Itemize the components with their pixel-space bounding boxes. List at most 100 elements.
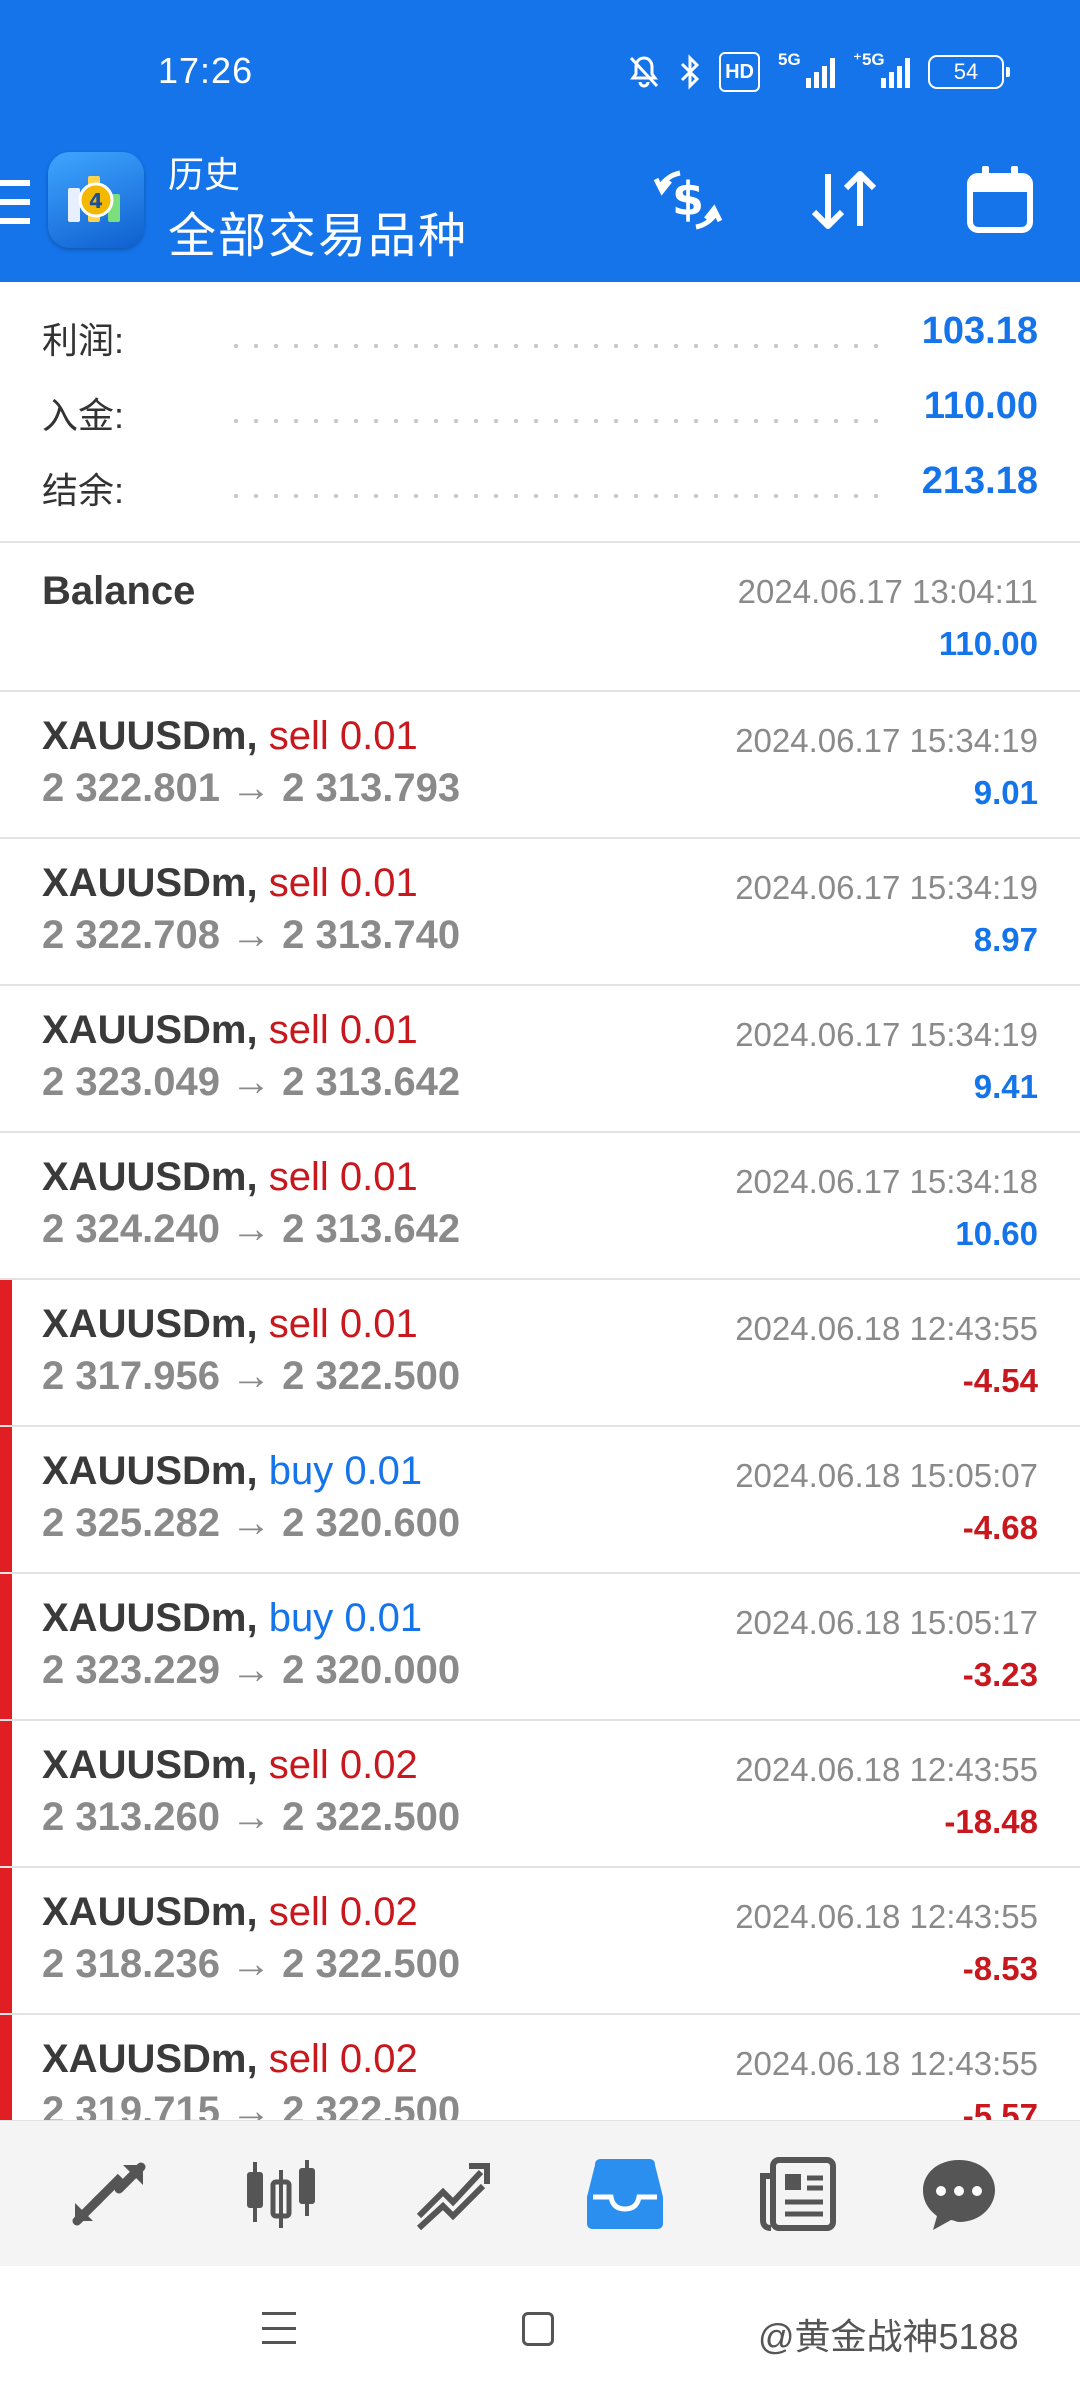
trade-side: sell 0.01 — [268, 1155, 418, 1199]
trade-side: sell 0.02 — [268, 2037, 418, 2081]
profit-value: 103.18 — [921, 310, 1038, 352]
history-row-trade[interactable]: XAUUSDm, sell 0.01 2 323.049 → 2 313.642 2… — [0, 986, 1080, 1133]
balance-label: 结余: — [42, 470, 125, 511]
trade-title: XAUUSDm, sell 0.01 — [42, 1008, 418, 1053]
trade-side: sell 0.02 — [268, 1890, 418, 1934]
top-app-bar: 17:26 HD 5G ⁺5G 54 4 历史 全部交易品种 $ — [0, 0, 1080, 282]
mute-notification-icon — [627, 52, 661, 92]
trade-side: buy 0.01 — [268, 1596, 423, 1640]
trade-symbol: XAUUSDm, — [42, 861, 258, 905]
trade-side: sell 0.01 — [268, 1008, 418, 1052]
summary-row-profit: 利润: 103.18 — [0, 298, 1080, 368]
trade-side: sell 0.02 — [268, 1743, 418, 1787]
trade-profit: 8.97 — [973, 921, 1038, 958]
trade-title: XAUUSDm, buy 0.01 — [42, 1449, 422, 1494]
trade-title: XAUUSDm, sell 0.01 — [42, 1155, 418, 1200]
trade-time: 2024.06.17 15:34:19 — [735, 722, 1038, 759]
trade-title: XAUUSDm, sell 0.01 — [42, 1302, 418, 1347]
trade-prices: 2 313.260 → 2 322.500 — [42, 1795, 461, 1839]
svg-text:4: 4 — [89, 189, 103, 213]
history-row-trade[interactable]: XAUUSDm, buy 0.01 2 325.282 → 2 320.600 20… — [0, 1427, 1080, 1574]
trade-time: 2024.06.18 12:43:55 — [735, 1310, 1038, 1347]
trade-profit: -8.53 — [962, 1950, 1038, 1987]
trade-side: sell 0.01 — [268, 714, 418, 758]
trade-time: 2024.06.18 15:05:17 — [735, 1604, 1038, 1641]
trade-symbol: XAUUSDm, — [42, 2037, 258, 2081]
app-logo: 4 — [48, 152, 144, 248]
news-icon[interactable] — [752, 2149, 842, 2239]
trade-side: buy 0.01 — [268, 1449, 423, 1493]
history-row-trade[interactable]: XAUUSDm, sell 0.01 2 317.956 → 2 322.500 2… — [0, 1280, 1080, 1427]
battery-icon: 54 — [928, 55, 1010, 89]
trade-profit: 9.01 — [973, 774, 1038, 811]
trade-icon[interactable] — [408, 2149, 498, 2239]
loss-indicator — [0, 1427, 12, 1574]
profit-label: 利润: — [42, 320, 125, 361]
network-type-label-2: ⁺5G — [853, 50, 885, 69]
deposit-label: 入金: — [42, 395, 125, 436]
trade-title: XAUUSDm, buy 0.01 — [42, 1596, 422, 1641]
summary-row-balance: 结余: 213.18 — [0, 448, 1080, 518]
trade-time: 2024.06.18 12:43:55 — [735, 1898, 1038, 1935]
page-title[interactable]: 全部交易品种 — [168, 196, 468, 266]
trade-prices: 2 323.229 → 2 320.000 — [42, 1648, 461, 1692]
signal-icon-sim2: ⁺5G — [853, 50, 910, 88]
loss-indicator — [0, 1868, 12, 2015]
bluetooth-icon — [679, 52, 701, 92]
trade-prices: 2 317.956 → 2 322.500 — [42, 1354, 461, 1398]
history-row-trade[interactable]: XAUUSDm, buy 0.01 2 323.229 → 2 320.000 20… — [0, 1574, 1080, 1721]
menu-icon[interactable] — [0, 180, 30, 224]
status-time: 17:26 — [158, 50, 254, 91]
trade-prices: 2 322.708 → 2 313.740 — [42, 913, 461, 957]
trade-title: XAUUSDm, sell 0.01 — [42, 714, 418, 759]
balance-entry-label: Balance — [42, 569, 196, 613]
page-subtitle: 历史 — [168, 154, 241, 195]
deposit-value: 110.00 — [923, 385, 1038, 427]
network-type-label: 5G — [778, 50, 801, 69]
history-row-balance[interactable]: Balance 2024.06.17 13:04:11 110.00 — [0, 543, 1080, 690]
recent-apps-button[interactable] — [262, 2312, 296, 2344]
trade-prices: 2 324.240 → 2 313.642 — [42, 1207, 461, 1251]
trade-title: XAUUSDm, sell 0.02 — [42, 2037, 418, 2082]
summary-panel: 利润: 103.18 入金: 110.00 结余: 213.18 — [0, 282, 1080, 542]
history-row-trade[interactable]: XAUUSDm, sell 0.01 2 322.801 → 2 313.793 2… — [0, 692, 1080, 839]
trade-symbol: XAUUSDm, — [42, 1155, 258, 1199]
trade-time: 2024.06.18 12:43:55 — [735, 1751, 1038, 1788]
history-row-trade[interactable]: XAUUSDm, sell 0.02 2 313.260 → 2 322.500 2… — [0, 1721, 1080, 1868]
bottom-tab-bar — [0, 2120, 1080, 2266]
balance-entry-time: 2024.06.17 13:04:11 — [737, 573, 1038, 610]
dotted-leader — [226, 344, 880, 348]
trade-prices: 2 325.282 → 2 320.600 — [42, 1501, 461, 1545]
svg-text:$: $ — [672, 172, 704, 226]
quotes-icon[interactable] — [64, 2149, 154, 2239]
dotted-leader — [226, 419, 880, 423]
chat-icon[interactable] — [914, 2149, 1004, 2239]
home-button[interactable] — [522, 2312, 554, 2346]
trade-symbol: XAUUSDm, — [42, 1008, 258, 1052]
trade-profit: -18.48 — [944, 1803, 1038, 1840]
sort-icon[interactable] — [804, 160, 884, 240]
history-row-trade[interactable]: XAUUSDm, sell 0.01 2 322.708 → 2 313.740 2… — [0, 839, 1080, 986]
trade-time: 2024.06.17 15:34:19 — [735, 869, 1038, 906]
trade-prices: 2 318.236 → 2 322.500 — [42, 1942, 461, 1986]
trade-prices: 2 322.801 → 2 313.793 — [42, 766, 461, 810]
trade-symbol: XAUUSDm, — [42, 1890, 258, 1934]
trade-profit: 10.60 — [955, 1215, 1038, 1252]
calendar-icon[interactable] — [960, 160, 1040, 240]
history-row-trade[interactable]: XAUUSDm, sell 0.01 2 324.240 → 2 313.642 2… — [0, 1133, 1080, 1280]
system-nav-bar: @黄金战神5188 — [0, 2266, 1080, 2400]
currency-exchange-icon[interactable]: $ — [648, 160, 728, 240]
trade-side: sell 0.01 — [268, 861, 418, 905]
trade-time: 2024.06.17 15:34:18 — [735, 1163, 1038, 1200]
trade-profit: -4.68 — [962, 1509, 1038, 1546]
header: 4 历史 全部交易品种 $ — [0, 140, 1080, 282]
watermark: @黄金战神5188 — [758, 2316, 1019, 2357]
history-row-trade[interactable]: XAUUSDm, sell 0.02 2 318.236 → 2 322.500 2… — [0, 1868, 1080, 2015]
history-icon[interactable] — [580, 2149, 670, 2239]
trade-time: 2024.06.17 15:34:19 — [735, 1016, 1038, 1053]
signal-icon-sim1: 5G — [778, 50, 835, 88]
hd-voice-icon: HD — [719, 52, 760, 92]
trade-symbol: XAUUSDm, — [42, 1596, 258, 1640]
chart-icon[interactable] — [236, 2149, 326, 2239]
trade-symbol: XAUUSDm, — [42, 1743, 258, 1787]
